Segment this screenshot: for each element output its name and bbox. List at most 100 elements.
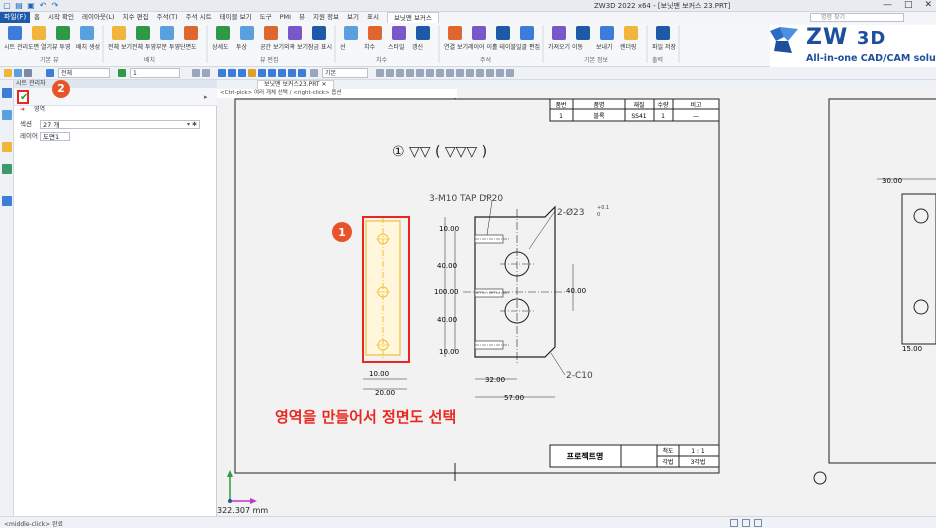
- doc-tab-active[interactable]: 보닛맨 보커스23.PRT ✕: [257, 80, 334, 89]
- chevron-down-icon[interactable]: ▾ ✱: [187, 121, 197, 129]
- ribbon-tool-label[interactable]: 도면 열기: [28, 42, 52, 51]
- view-mode-icon[interactable]: [730, 519, 738, 527]
- section-field[interactable]: 27 개 ▾ ✱: [40, 120, 200, 129]
- ribbon-tool-icon[interactable]: [32, 26, 46, 40]
- ribbon-tool-label[interactable]: 일괄 편집: [516, 42, 540, 51]
- view-manager-icon[interactable]: [2, 164, 12, 174]
- tool-t-icon[interactable]: [466, 69, 474, 77]
- tool-a-icon[interactable]: [218, 69, 226, 77]
- display-mode-icon[interactable]: [742, 519, 750, 527]
- ribbon-tool-label[interactable]: 이동: [572, 42, 596, 51]
- menu-file[interactable]: 파일(F): [0, 12, 30, 23]
- drawing-canvas[interactable]: 품번 품명 재질 수량 비고 1 블록 SS41 1 — ① ▽▽ ( ▽▽▽ …: [217, 89, 936, 516]
- history-icon[interactable]: [2, 110, 12, 120]
- open-icon[interactable]: ▤: [14, 1, 24, 11]
- ribbon-tool-icon[interactable]: [160, 26, 174, 40]
- tool-s-icon[interactable]: [456, 69, 464, 77]
- user-icon[interactable]: [2, 196, 12, 206]
- grid-toggle-icon[interactable]: [754, 519, 762, 527]
- tool-b-icon[interactable]: [228, 69, 236, 77]
- tool-x-icon[interactable]: [506, 69, 514, 77]
- ribbon-tool-label[interactable]: 레이어 이동: [468, 42, 492, 51]
- tool-e-icon[interactable]: [258, 69, 266, 77]
- maximize-button[interactable]: □: [904, 0, 913, 10]
- snap-icon[interactable]: [192, 69, 200, 77]
- layer-combo[interactable]: 1: [130, 68, 180, 78]
- ribbon-tool-icon[interactable]: [600, 26, 614, 40]
- entity-icon[interactable]: [46, 69, 54, 77]
- tool-j-icon[interactable]: [310, 69, 318, 77]
- ribbon-tool-icon[interactable]: [312, 26, 326, 40]
- command-search-input[interactable]: 명령 찾기: [810, 13, 904, 22]
- filter-icon[interactable]: [4, 69, 12, 77]
- ribbon-tool-icon[interactable]: [8, 26, 22, 40]
- ribbon-tool-icon[interactable]: [344, 26, 358, 40]
- ribbon-tool-icon[interactable]: [520, 26, 534, 40]
- tool-c-icon[interactable]: [238, 69, 246, 77]
- close-button[interactable]: ✕: [924, 0, 932, 10]
- ribbon-tool-label[interactable]: 전체 보기: [108, 42, 132, 51]
- grid-icon[interactable]: [202, 69, 210, 77]
- manager-icon[interactable]: [2, 88, 12, 98]
- redo-icon[interactable]: ↷: [50, 1, 60, 11]
- layer-field[interactable]: 도면1: [40, 132, 70, 141]
- ribbon-tool-label[interactable]: 파일 저장: [652, 42, 676, 51]
- save-icon[interactable]: ▣: [26, 1, 36, 11]
- ribbon-tool-label[interactable]: 상세도: [212, 42, 236, 51]
- layer-icon[interactable]: [118, 69, 126, 77]
- tool-o-icon[interactable]: [416, 69, 424, 77]
- ribbon-tool-icon[interactable]: [496, 26, 510, 40]
- tool-d-icon[interactable]: [248, 69, 256, 77]
- ribbon-tool-icon[interactable]: [576, 26, 590, 40]
- ribbon-tool-label[interactable]: 가져오기: [548, 42, 572, 51]
- ribbon-tool-label[interactable]: 투상: [236, 42, 260, 51]
- tool-h-icon[interactable]: [288, 69, 296, 77]
- tool-w-icon[interactable]: [496, 69, 504, 77]
- ribbon-tool-label[interactable]: 배치 생성: [76, 42, 100, 51]
- ribbon-tool-label[interactable]: 뷰 투영: [52, 42, 76, 51]
- ribbon-tool-label[interactable]: 잠금 표시: [308, 42, 332, 51]
- tool-n-icon[interactable]: [406, 69, 414, 77]
- ribbon-tool-icon[interactable]: [656, 26, 670, 40]
- ribbon-tool-label[interactable]: 연결 보기: [444, 42, 468, 51]
- ribbon-tool-icon[interactable]: [240, 26, 254, 40]
- tool-v-icon[interactable]: [486, 69, 494, 77]
- tool-p-icon[interactable]: [426, 69, 434, 77]
- tool-f-icon[interactable]: [268, 69, 276, 77]
- layer-manager-icon[interactable]: [2, 142, 12, 152]
- undo-icon[interactable]: ↶: [38, 1, 48, 11]
- pin-icon[interactable]: ▸: [204, 93, 208, 101]
- ribbon-tool-icon[interactable]: [56, 26, 70, 40]
- ribbon-tool-label[interactable]: 선: [340, 42, 364, 51]
- ribbon-tool-icon[interactable]: [416, 26, 430, 40]
- ribbon-tool-icon[interactable]: [288, 26, 302, 40]
- ribbon-tool-label[interactable]: 스타일: [388, 42, 412, 51]
- tool-k-icon[interactable]: [376, 69, 384, 77]
- ribbon-tool-icon[interactable]: [216, 26, 230, 40]
- ribbon-tool-icon[interactable]: [472, 26, 486, 40]
- ribbon-tool-label[interactable]: 갱신: [412, 42, 436, 51]
- filter-combo[interactable]: 전체: [58, 68, 110, 78]
- ribbon-tool-label[interactable]: 전체 투영: [132, 42, 156, 51]
- ribbon-tool-label[interactable]: 렌더링: [620, 42, 644, 51]
- ribbon-tool-label[interactable]: 시트 관리: [4, 42, 28, 51]
- ribbon-tool-icon[interactable]: [184, 26, 198, 40]
- ribbon-tool-icon[interactable]: [552, 26, 566, 40]
- tool-g-icon[interactable]: [278, 69, 286, 77]
- ribbon-tool-icon[interactable]: [448, 26, 462, 40]
- ribbon-tool-label[interactable]: 치수: [364, 42, 388, 51]
- tool-i-icon[interactable]: [298, 69, 306, 77]
- ribbon-tool-icon[interactable]: [368, 26, 382, 40]
- ribbon-tool-label[interactable]: 홀 테이블: [492, 42, 516, 51]
- ribbon-tool-label[interactable]: 부분 투영: [156, 42, 180, 51]
- tool-q-icon[interactable]: [436, 69, 444, 77]
- new-icon[interactable]: ▢: [2, 1, 12, 11]
- style-combo[interactable]: 기본: [322, 68, 368, 78]
- ribbon-tool-icon[interactable]: [392, 26, 406, 40]
- ribbon-tool-label[interactable]: 단면도: [180, 42, 204, 51]
- tool-m-icon[interactable]: [396, 69, 404, 77]
- ribbon-tool-label[interactable]: 외곽 보기: [284, 42, 308, 51]
- ribbon-tool-label[interactable]: 공간 보기: [260, 42, 284, 51]
- select-icon[interactable]: [14, 69, 22, 77]
- tool-u-icon[interactable]: [476, 69, 484, 77]
